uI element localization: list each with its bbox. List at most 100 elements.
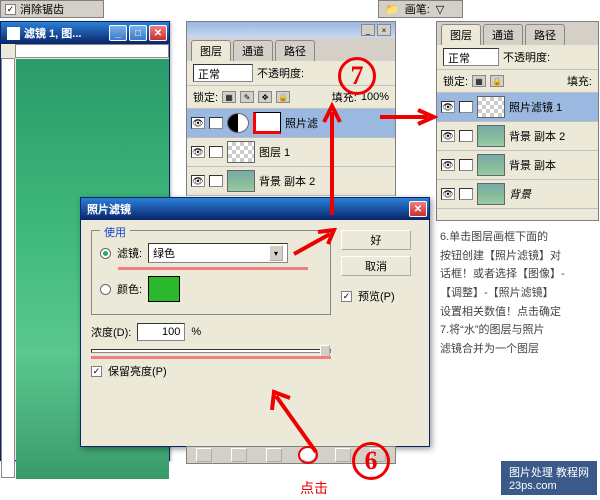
antialias-checkbox[interactable]: ✓ [5,4,16,15]
lock-label: 锁定: [443,73,468,89]
document-titlebar: 滤镜 1, 图... _ □ ✕ [1,22,169,44]
layer-row[interactable]: 照片滤镜 1 [437,93,598,122]
layer-row[interactable]: 背景 副本 2 [187,167,395,196]
panel-header: _ × [187,22,395,38]
visibility-icon[interactable] [191,117,205,129]
visibility-icon[interactable] [191,175,205,187]
antialias-label: 消除锯齿 [20,1,64,17]
color-swatch[interactable] [148,276,180,302]
filter-radio-row: 滤镜: 绿色 ▾ [100,243,322,263]
adjustment-layer-button[interactable] [300,448,316,462]
blend-mode-select[interactable]: 正常 [443,48,499,66]
layer-row[interactable]: 背景 副本 2 [437,122,598,151]
folder-icon[interactable]: 📁 [385,3,399,16]
lock-paint-icon[interactable]: ✎ [240,91,254,103]
dialog-close-button[interactable]: ✕ [409,201,427,217]
color-label: 颜色: [117,281,142,297]
toolbar-left: ✓ 消除锯齿 [0,0,104,18]
density-slider[interactable] [91,349,331,353]
visibility-icon[interactable] [441,188,455,200]
use-group-title: 使用 [100,224,130,240]
preserve-luminosity-checkbox[interactable]: ✓ [91,366,102,377]
tab-layers[interactable]: 图层 [191,40,231,61]
visibility-icon[interactable] [441,130,455,142]
link-icon[interactable] [459,159,473,171]
panel-close-button[interactable]: × [377,24,391,36]
layers-list: 照片滤 图层 1 背景 副本 2 [187,109,395,196]
folder-button[interactable] [266,448,282,462]
layer-thumbnail[interactable] [227,170,255,192]
layer-thumbnail[interactable] [477,154,505,176]
opacity-label: 不透明度: [503,49,550,65]
layer-thumbnail[interactable] [477,183,505,205]
fill-label: 填充: [567,73,592,89]
opacity-label: 不透明度: [257,65,304,81]
annotation-click-label: 点击 [300,478,328,498]
tab-channels[interactable]: 通道 [233,40,273,61]
layer-row[interactable]: 背景 [437,180,598,209]
layer-name: 背景 副本 2 [509,128,565,144]
lock-move-icon[interactable]: ✥ [258,91,272,103]
lock-all-icon[interactable]: 🔒 [490,75,504,87]
density-input[interactable] [137,323,185,341]
visibility-icon[interactable] [441,101,455,113]
annotation-underline [91,356,331,359]
link-icon[interactable] [459,188,473,200]
lock-transparency-icon[interactable]: ▦ [472,75,486,87]
maximize-button[interactable]: □ [129,25,147,41]
panel-tabs: 图层 通道 路径 [437,22,598,45]
blend-mode-select[interactable]: 正常 [193,64,253,82]
cancel-button[interactable]: 取消 [341,256,411,276]
tab-paths[interactable]: 路径 [275,40,315,61]
annotation-7: 7 [338,57,376,95]
tab-layers[interactable]: 图层 [441,24,481,45]
lock-all-icon[interactable]: 🔒 [276,91,290,103]
layer-thumbnail[interactable] [477,125,505,147]
link-icon[interactable] [209,175,223,187]
layer-thumbnail[interactable] [477,96,505,118]
filter-label: 滤镜: [117,245,142,261]
tab-channels[interactable]: 通道 [483,24,523,45]
new-layer-button[interactable] [335,448,351,462]
mask-button[interactable] [231,448,247,462]
chevron-down-icon[interactable]: ▾ [269,245,283,261]
layer-name: 背景 副本 2 [259,173,315,189]
lock-row: 锁定: ▦ 🔒 填充: [437,70,598,93]
lock-label: 锁定: [193,89,218,105]
dialog-title: 照片滤镜 [87,201,131,217]
fx-button[interactable] [196,448,212,462]
color-radio[interactable] [100,284,111,295]
filter-select[interactable]: 绿色 ▾ [148,243,288,263]
toolbar-right: 📁 画笔: ▽ [378,0,463,18]
ok-button[interactable]: 好 [341,230,411,250]
preview-checkbox[interactable]: ✓ [341,291,352,302]
preserve-label: 保留亮度(P) [108,363,167,379]
adjustment-icon [227,113,249,133]
layer-row[interactable]: 背景 副本 [437,151,598,180]
link-icon[interactable] [209,146,223,158]
close-button[interactable]: ✕ [149,25,167,41]
layer-row[interactable]: 照片滤 [187,109,395,138]
link-icon[interactable] [209,117,223,129]
density-row: 浓度(D): % [91,323,331,341]
lock-transparency-icon[interactable]: ▦ [222,91,236,103]
visibility-icon[interactable] [191,146,205,158]
tab-paths[interactable]: 路径 [525,24,565,45]
minimize-button[interactable]: _ [109,25,127,41]
ruler-vertical [1,58,15,478]
preview-label: 预览(P) [358,288,395,304]
dialog-titlebar: 照片滤镜 ✕ [81,198,429,220]
brush-dropdown-icon[interactable]: ▽ [436,3,444,16]
visibility-icon[interactable] [441,159,455,171]
annotation-underline [118,267,308,270]
panel-min-button[interactable]: _ [361,24,375,36]
density-unit: % [191,326,201,338]
link-icon[interactable] [459,130,473,142]
layer-row[interactable]: 图层 1 [187,138,395,167]
filter-radio[interactable] [100,248,111,259]
annotation-6: 6 [352,442,390,480]
watermark: 图片处理 教程网 23ps.com [500,460,598,496]
link-icon[interactable] [459,101,473,113]
layer-thumbnail[interactable] [227,141,255,163]
mask-thumbnail[interactable] [253,112,281,134]
